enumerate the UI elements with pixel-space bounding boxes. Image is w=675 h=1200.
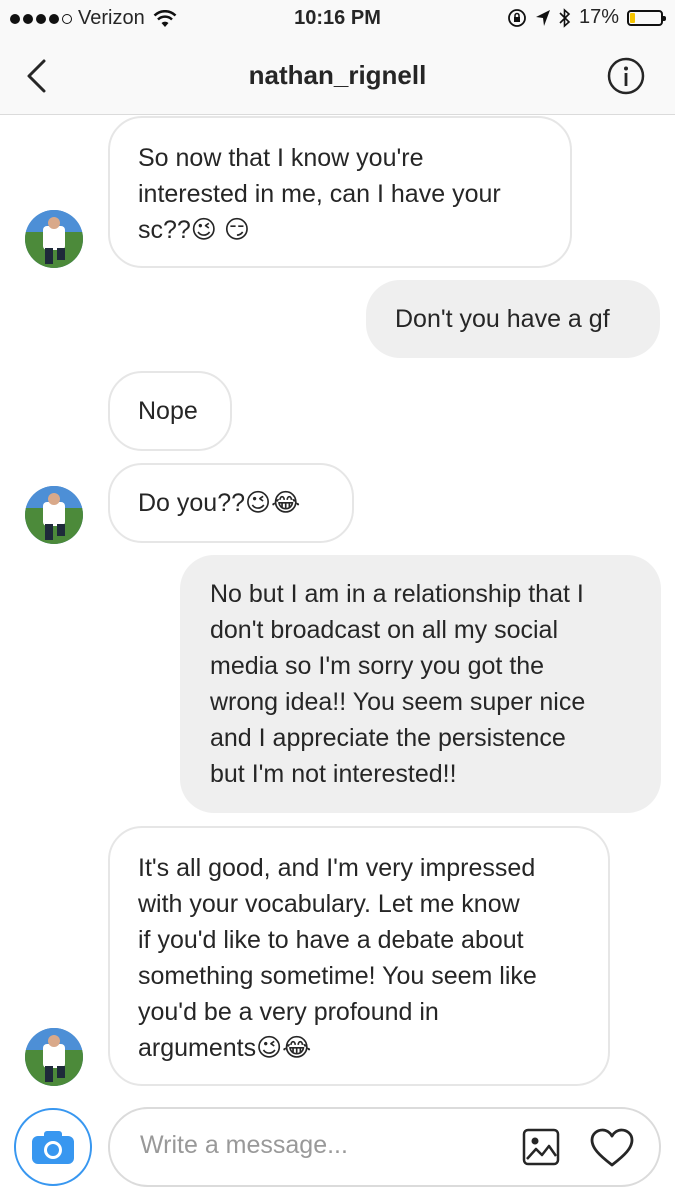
info-icon[interactable] [607, 57, 645, 95]
status-right: 17% [507, 6, 666, 29]
message-line: sc??😉 😏 [138, 216, 250, 244]
message-bubble-outgoing[interactable]: No but I am in a relationship that I don… [180, 555, 661, 813]
message-line: Don't you have a gf [395, 305, 610, 333]
location-icon [535, 9, 550, 26]
message-line: No but I am in a relationship that I [210, 580, 584, 608]
conversation-header: nathan_rignell [0, 38, 675, 115]
avatar[interactable] [25, 486, 83, 544]
bluetooth-icon [559, 7, 571, 28]
message-input[interactable]: Write a message... [108, 1107, 661, 1187]
message-line: Nope [138, 397, 198, 425]
profile-photo [25, 486, 83, 544]
message-line: if you'd like to have a debate about [138, 926, 524, 954]
message-line: So now that I know you're [138, 144, 424, 172]
profile-photo [25, 1028, 83, 1086]
message-bubble-incoming[interactable]: Do you??😉😂 [108, 463, 354, 543]
message-line: wrong idea!! You seem super nice [210, 688, 586, 716]
message-bubble-outgoing[interactable]: Don't you have a gf [366, 280, 660, 358]
battery-percent: 17% [578, 6, 619, 28]
battery-icon [627, 9, 666, 26]
message-line: arguments😉😂 [138, 1034, 312, 1062]
message-line: something sometime! You seem like [138, 962, 537, 990]
profile-photo [25, 210, 83, 268]
message-line: It's all good, and I'm very impressed [138, 854, 536, 882]
message-line: interested in me, can I have your [138, 180, 501, 208]
avatar[interactable] [25, 210, 83, 268]
message-line: media so I'm sorry you got the [210, 652, 545, 680]
camera-icon [32, 1131, 74, 1164]
orientation-lock-icon [508, 8, 526, 27]
status-bar: Verizon 10:16 PM 17% [0, 0, 675, 38]
message-input-placeholder: Write a message... [140, 1131, 348, 1159]
heart-icon[interactable] [589, 1127, 635, 1169]
camera-button[interactable] [14, 1108, 92, 1186]
conversation-title[interactable]: nathan_rignell [0, 60, 675, 91]
battery-level [630, 12, 635, 23]
message-line: don't broadcast on all my social [210, 616, 559, 644]
image-icon[interactable] [521, 1127, 561, 1167]
message-bubble-incoming[interactable]: It's all good, and I'm very impressed wi… [108, 826, 610, 1086]
avatar[interactable] [25, 1028, 83, 1086]
message-line: but I'm not interested!! [210, 760, 457, 788]
message-bubble-incoming[interactable]: Nope [108, 371, 232, 451]
message-line: you'd be a very profound in [138, 998, 439, 1026]
message-bubble-incoming[interactable]: So now that I know you're interested in … [108, 116, 572, 268]
message-composer: Write a message... [0, 1100, 675, 1200]
message-line: Do you??😉😂 [138, 489, 301, 517]
message-line: and I appreciate the persistence [210, 724, 566, 752]
message-line: with your vocabulary. Let me know [138, 890, 520, 918]
